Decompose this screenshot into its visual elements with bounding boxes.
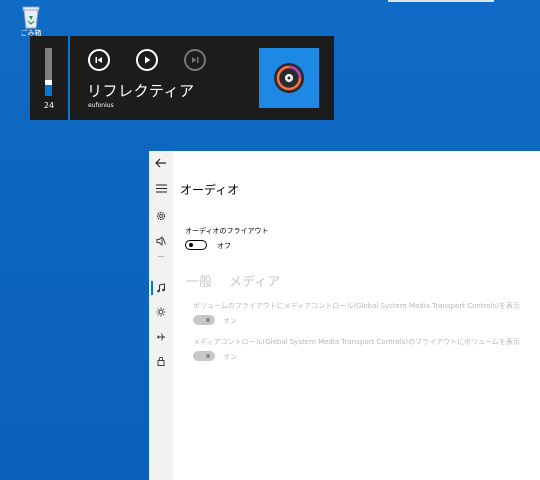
menu-button[interactable] xyxy=(149,180,173,196)
audio-flyout-label: オーディオのフライアウト xyxy=(185,227,269,235)
recycle-bin-icon xyxy=(22,6,40,29)
nav-audio[interactable] xyxy=(149,280,173,296)
lock-icon xyxy=(157,356,165,366)
airplane-icon xyxy=(157,333,165,341)
previous-icon xyxy=(95,57,102,63)
album-art xyxy=(259,48,319,108)
nav-brightness[interactable] xyxy=(149,304,173,320)
play-icon xyxy=(145,56,151,64)
brightness-icon xyxy=(156,307,166,317)
speaker-icon xyxy=(156,236,166,246)
track-artist: eufonius xyxy=(88,102,114,109)
tab-media[interactable]: メディア xyxy=(229,271,280,290)
nav-sound[interactable] xyxy=(149,233,173,249)
option-media-volume-label: メディアコントロール(Global System Media Transport… xyxy=(193,338,520,346)
volume-separator xyxy=(68,36,70,120)
media-volume-flyout: 24 リフレクティア eufonius xyxy=(30,36,334,120)
track-title: リフレクティア xyxy=(87,82,195,100)
nav-lock[interactable] xyxy=(149,353,173,369)
play-button[interactable] xyxy=(136,49,158,71)
next-icon xyxy=(192,57,199,63)
option-volume-media-label: ボリュームのフライアウトにメディアコントロール(Global System Me… xyxy=(193,302,520,310)
tab-general[interactable]: 一般 xyxy=(186,271,212,290)
previous-button[interactable] xyxy=(88,49,110,71)
volume-track-upper xyxy=(45,48,52,80)
back-arrow-icon xyxy=(155,158,166,168)
settings-window: オーディオ オーディオのフライアウト オフ 一般 メディア ボリュームのフライア… xyxy=(149,151,540,480)
page-title: オーディオ xyxy=(180,183,240,197)
toggle-knob xyxy=(189,242,193,247)
volume-value: 24 xyxy=(43,101,55,110)
option-volume-media-toggle[interactable] xyxy=(193,315,215,325)
nav-general[interactable] xyxy=(149,208,173,224)
recycle-bin-shortcut[interactable]: ごみ箱 xyxy=(17,4,45,38)
option-media-volume-toggle[interactable] xyxy=(193,351,215,361)
next-button[interactable] xyxy=(184,49,206,71)
nav-rail xyxy=(149,151,173,480)
audio-flyout-toggle[interactable] xyxy=(185,240,207,250)
toggle-knob xyxy=(206,354,210,358)
back-button[interactable] xyxy=(149,155,173,171)
music-note-icon xyxy=(157,283,165,293)
taskbar-edge xyxy=(388,0,494,2)
option-media-volume-state: オン xyxy=(223,353,237,361)
audio-flyout-state: オフ xyxy=(217,242,231,250)
groove-music-icon xyxy=(274,63,304,93)
volume-fill xyxy=(45,85,52,96)
nav-airplane[interactable] xyxy=(149,329,173,345)
gear-icon xyxy=(156,211,166,221)
rail-divider xyxy=(158,256,164,257)
volume-slider[interactable] xyxy=(45,48,52,96)
hamburger-menu-icon xyxy=(155,184,167,192)
volume-column: 24 xyxy=(30,36,68,120)
toggle-knob xyxy=(206,318,210,322)
option-volume-media-state: オン xyxy=(223,317,237,325)
